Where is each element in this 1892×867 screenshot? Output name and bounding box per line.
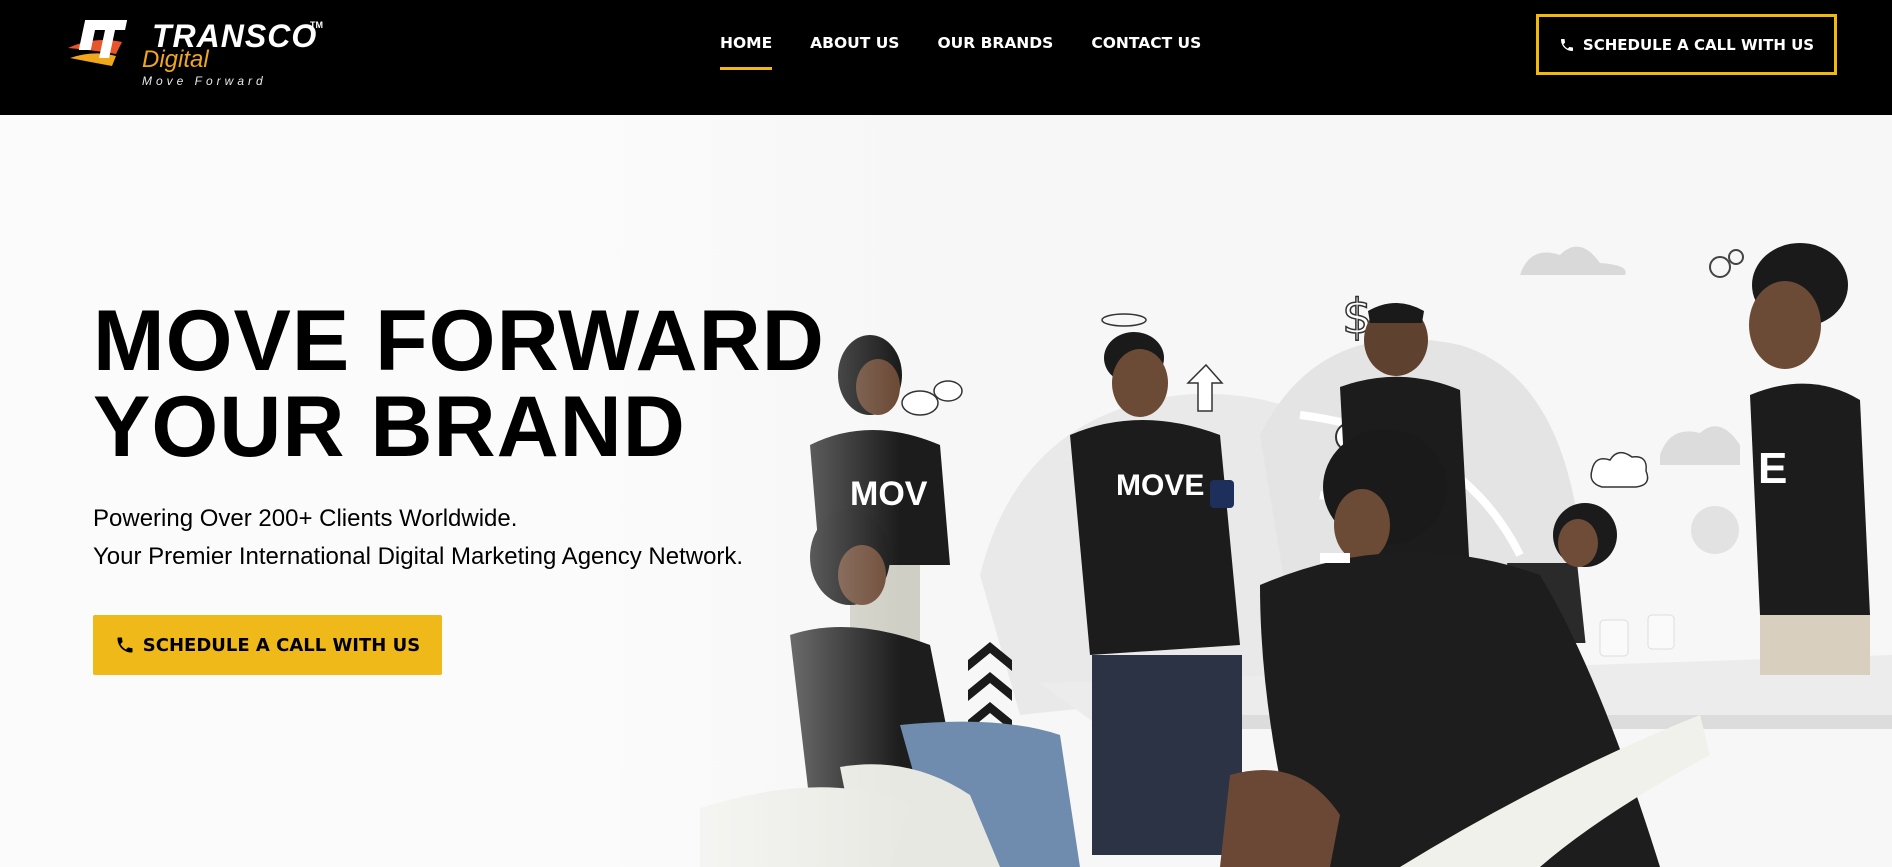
gear-icon [1709,249,1744,278]
hero-subtitle-line-1: Powering Over 200+ Clients Worldwide. [93,505,518,532]
logo[interactable]: TRANSCO TM Digital Move Forward [64,16,334,92]
cloud-icon [1520,246,1626,275]
schedule-call-hero-label: SCHEDULE A CALL WITH US [142,634,421,656]
logo-tagline: Move Forward [142,74,267,88]
logo-subtitle: Digital [142,46,209,73]
hero-subtitle: Powering Over 200+ Clients Worldwide. Yo… [93,500,743,576]
person-seated-woman-right [1553,503,1617,567]
shirt-text: MOVE [1116,469,1204,502]
site-header: TRANSCO TM Digital Move Forward HOME ABO… [0,0,1892,115]
hero-gradient-overlay [0,115,900,867]
schedule-call-header-button[interactable]: SCHEDULE A CALL WITH US [1536,14,1837,75]
shirt-text: E [1758,444,1787,493]
hero-section: $ MOVE E MOVE FORWARD YOUR BRAND Powerin… [0,115,1892,867]
nav-about-us[interactable]: ABOUT US [810,0,899,115]
hero-title-line-2: YOUR BRAND [93,379,686,475]
phone-icon [117,637,133,653]
hero-title: MOVE FORWARD YOUR BRAND [93,298,825,470]
schedule-call-hero-button[interactable]: SCHEDULE A CALL WITH US [93,615,442,675]
hero-subtitle-line-2: Your Premier International Digital Marke… [93,543,744,570]
cloud-icon [1590,451,1649,488]
phone-icon [1560,38,1573,51]
nav-contact-us[interactable]: CONTACT US [1091,0,1201,115]
logo-trademark: TM [310,20,323,30]
nav-our-brands[interactable]: OUR BRANDS [937,0,1053,115]
hero-title-line-1: MOVE FORWARD [93,293,825,389]
nav-home[interactable]: HOME [720,0,773,115]
main-nav: HOME ABOUT US OUR BRANDS CONTACT US [720,0,1201,115]
person-standing-man-right: E [1749,243,1870,675]
speech-bubble-icon [901,380,963,416]
logo-mark-icon [68,20,128,66]
schedule-call-header-label: SCHEDULE A CALL WITH US [1582,35,1815,54]
